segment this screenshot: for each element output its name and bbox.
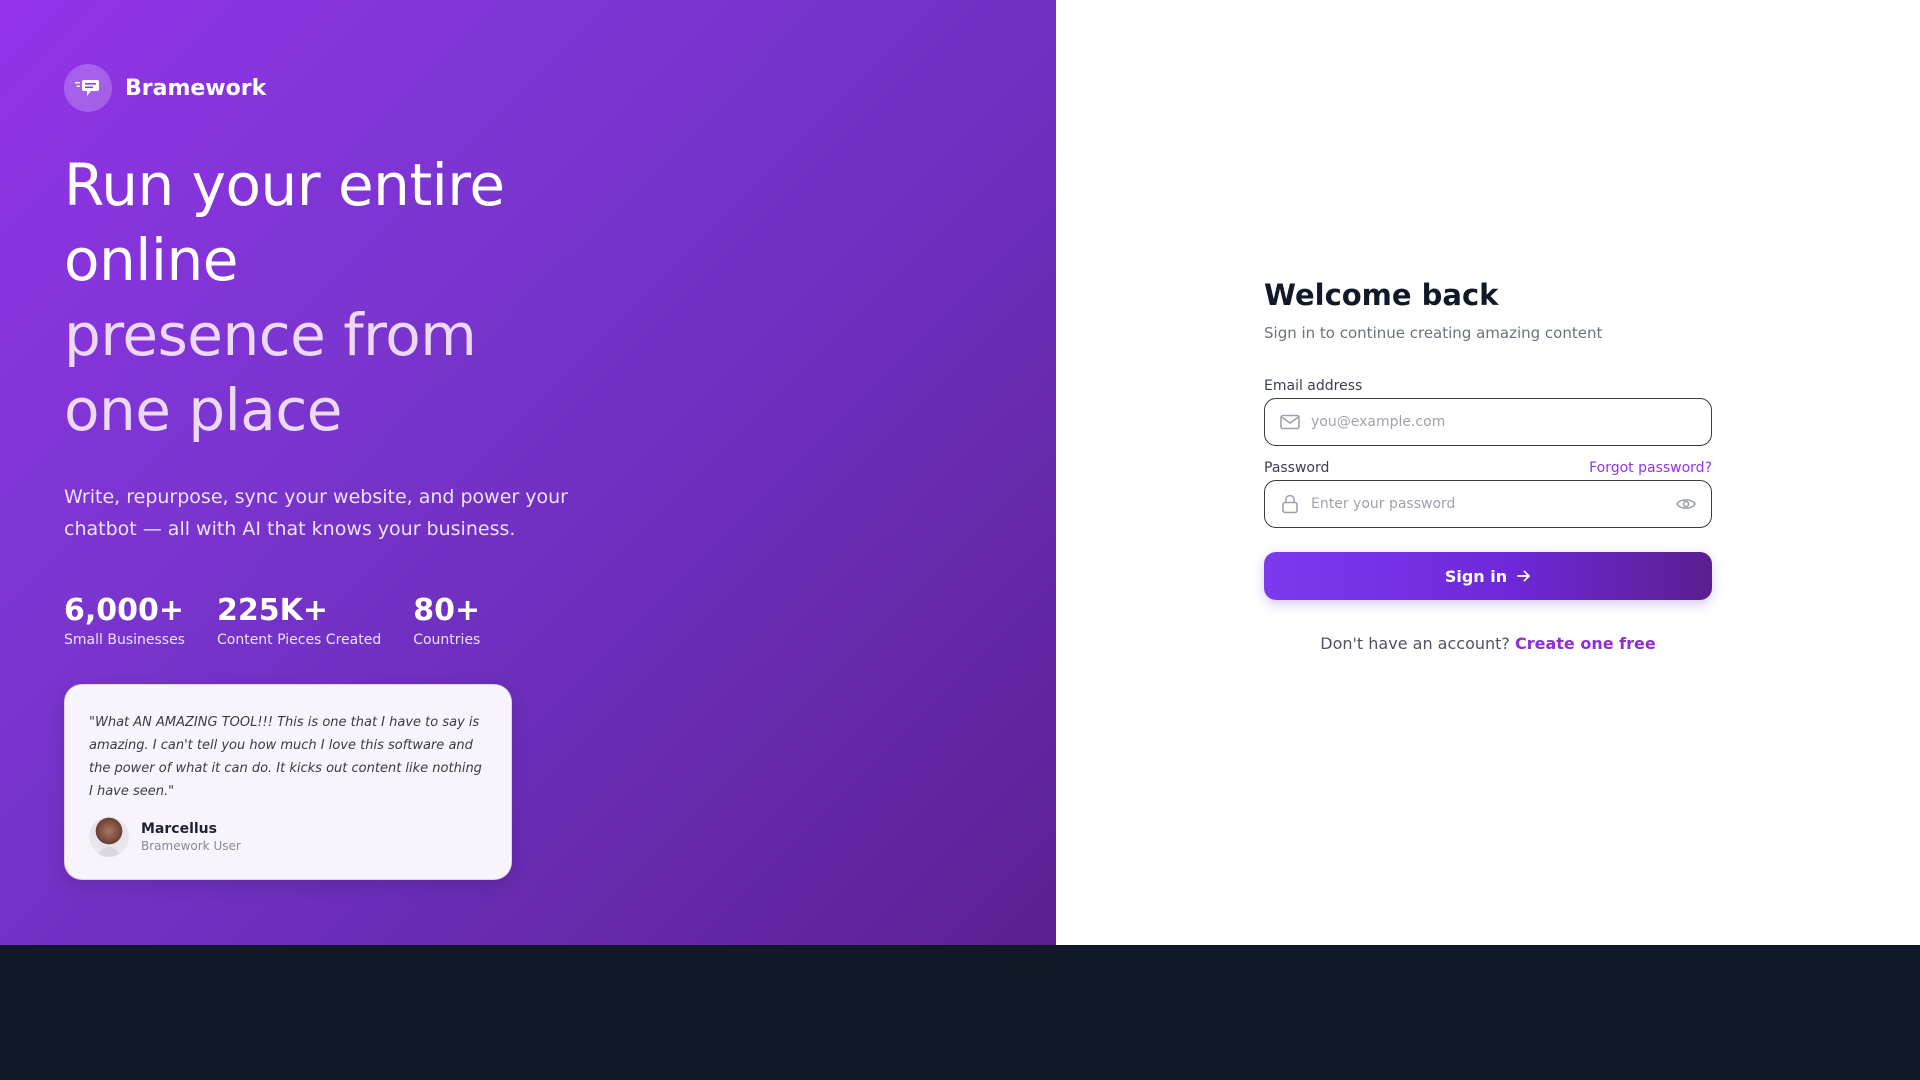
avatar bbox=[89, 817, 129, 857]
stat-content-pieces: 225K+ Content Pieces Created bbox=[217, 592, 381, 648]
stat-small-businesses: 6,000+ Small Businesses bbox=[64, 592, 185, 648]
hero-headline: Run your entire online presence from one… bbox=[64, 148, 624, 448]
footer-band bbox=[0, 945, 1920, 1080]
hero-panel: Bramework Run your entire online presenc… bbox=[0, 0, 1056, 945]
eye-icon[interactable] bbox=[1675, 493, 1697, 515]
stat-value: 80+ bbox=[413, 593, 481, 628]
testimonial-quote: "What AN AMAZING TOOL!!! This is one tha… bbox=[89, 715, 482, 799]
password-field-box[interactable] bbox=[1264, 480, 1712, 528]
stat-countries: 80+ Countries bbox=[413, 592, 480, 648]
brand-name: Bramework bbox=[125, 75, 267, 101]
testimonial-author: Marcellus Bramework User bbox=[89, 817, 487, 857]
login-panel: Welcome back Sign in to continue creatin… bbox=[1056, 0, 1920, 945]
signup-prompt-text: Don't have an account? bbox=[1320, 634, 1515, 653]
hero-subcopy: Write, repurpose, sync your website, and… bbox=[64, 486, 568, 540]
login-title: Welcome back bbox=[1264, 278, 1499, 312]
stat-label: Content Pieces Created bbox=[216, 632, 382, 648]
create-account-link[interactable]: Create one free bbox=[1515, 634, 1656, 653]
stat-label: Small Businesses bbox=[64, 632, 185, 648]
login-subtitle: Sign in to continue creating amazing con… bbox=[1264, 324, 1603, 342]
sign-in-button[interactable]: Sign in bbox=[1264, 552, 1712, 600]
author-name: Marcellus bbox=[141, 821, 217, 837]
email-group: Email address bbox=[1264, 378, 1712, 446]
headline-line-4: one place bbox=[64, 376, 342, 444]
stats-row: 6,000+ Small Businesses 225K+ Content Pi… bbox=[64, 592, 512, 648]
testimonial-card: "What AN AMAZING TOOL!!! This is one tha… bbox=[64, 684, 512, 880]
email-label: Email address bbox=[1264, 378, 1363, 394]
password-field[interactable] bbox=[1311, 496, 1665, 512]
sign-in-label: Sign in bbox=[1444, 566, 1508, 586]
password-group: Password Forgot password? bbox=[1264, 460, 1712, 528]
login-form: Welcome back Sign in to continue creatin… bbox=[1264, 278, 1712, 653]
stat-value: 6,000+ bbox=[64, 593, 185, 628]
signup-prompt: Don't have an account? Create one free bbox=[1264, 634, 1712, 653]
stat-value: 225K+ bbox=[216, 593, 328, 628]
mail-icon bbox=[1279, 411, 1301, 433]
stat-label: Countries bbox=[413, 632, 481, 648]
forgot-password-link[interactable]: Forgot password? bbox=[1589, 460, 1712, 476]
email-field[interactable] bbox=[1311, 414, 1697, 430]
chat-bubble-icon bbox=[64, 64, 112, 112]
brand[interactable]: Bramework bbox=[64, 64, 266, 112]
lock-icon bbox=[1279, 493, 1301, 515]
headline-line-2: online bbox=[64, 226, 238, 294]
author-role: Bramework User bbox=[141, 839, 241, 853]
headline-line-1: Run your entire bbox=[64, 151, 505, 219]
headline-line-3: presence from bbox=[64, 301, 477, 369]
email-field-box[interactable] bbox=[1264, 398, 1712, 446]
arrow-right-icon bbox=[1517, 567, 1531, 586]
password-label: Password bbox=[1264, 460, 1330, 476]
